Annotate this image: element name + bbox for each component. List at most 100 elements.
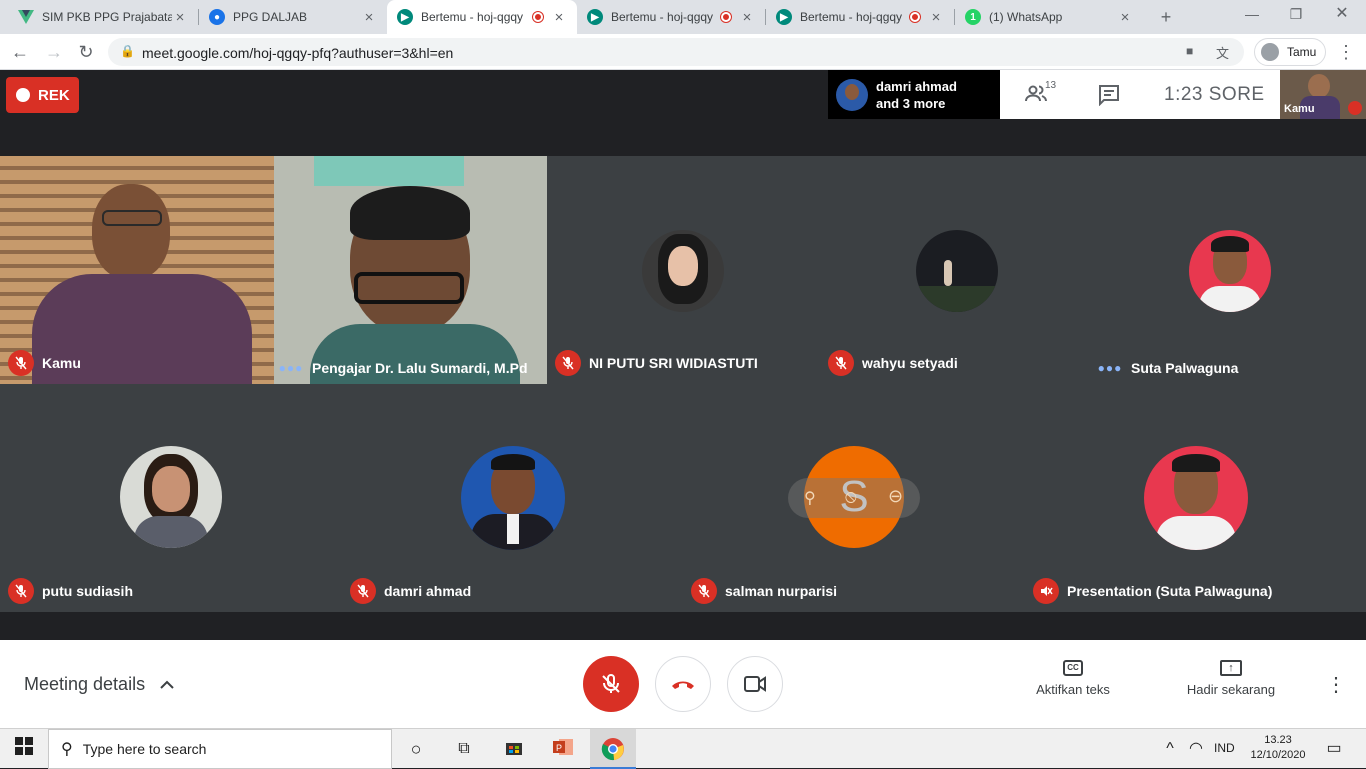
close-tab-icon[interactable]: ×	[551, 9, 567, 26]
captions-label: Aktifkan teks	[1036, 682, 1110, 697]
participant-tile[interactable]: Presentation (Suta Palwaguna)	[1025, 384, 1366, 612]
participant-tile[interactable]: NI PUTU SRI WIDIASTUTI	[547, 156, 820, 384]
browser-tab[interactable]: ● PPG DALJAB ×	[199, 0, 387, 34]
leave-call-button[interactable]	[655, 656, 711, 712]
present-now-button[interactable]: ↑ Hadir sekarang	[1180, 660, 1282, 697]
participant-name: wahyu setyadi	[862, 355, 958, 371]
volume-off-icon	[1033, 578, 1059, 604]
taskbar-search-box[interactable]: ⚲ Type here to search	[48, 729, 392, 769]
browser-menu-icon[interactable]: ⋮	[1334, 40, 1358, 64]
browser-tab-active[interactable]: ▶ Bertemu - hoj-qgqy ×	[387, 0, 577, 34]
clock-time: 13.23	[1264, 734, 1292, 746]
tab-title: SIM PKB PPG Prajabatan	[42, 10, 172, 24]
presenter-chip[interactable]: damri ahmad and 3 more	[828, 70, 1000, 119]
mic-off-icon	[8, 350, 34, 376]
cortana-icon[interactable]: ○	[404, 737, 428, 761]
participant-name-label: NI PUTU SRI WIDIASTUTI	[555, 350, 758, 376]
input-language[interactable]: IND	[1214, 741, 1235, 755]
glasses-shape	[102, 210, 162, 226]
participant-name-label: Presentation (Suta Palwaguna)	[1033, 578, 1272, 604]
whatsapp-icon: 1	[965, 9, 981, 25]
meet-top-bar: 13 1:23 SORE	[1000, 70, 1280, 119]
participant-tile[interactable]: putu sudiasih	[0, 384, 342, 612]
participant-name-label: putu sudiasih	[8, 578, 133, 604]
participant-name: NI PUTU SRI WIDIASTUTI	[589, 355, 758, 371]
mic-off-icon	[691, 578, 717, 604]
browser-tab[interactable]: SIM PKB PPG Prajabatan ×	[8, 0, 198, 34]
participants-button[interactable]: 13	[1024, 80, 1056, 111]
windows-start-icon[interactable]	[12, 737, 36, 761]
participant-name: Presentation (Suta Palwaguna)	[1067, 583, 1273, 599]
new-tab-icon[interactable]: +	[1154, 5, 1178, 29]
meeting-clock: 1:23 SORE	[1164, 84, 1265, 105]
pin-icon[interactable]: ⚲	[804, 488, 816, 508]
wifi-icon[interactable]: ◠	[1184, 737, 1208, 761]
participant-avatar	[1189, 230, 1271, 312]
mute-participant-icon[interactable]: ⦸	[845, 486, 857, 507]
minimize-icon[interactable]: —	[1240, 2, 1264, 26]
browser-tab[interactable]: ▶ Bertemu - hoj-qgqy ×	[577, 0, 765, 34]
notifications-icon[interactable]: ▭	[1322, 737, 1346, 761]
recording-icon	[910, 12, 920, 22]
close-window-icon[interactable]: ✕	[1330, 2, 1354, 26]
address-bar[interactable]: 🔒 meet.google.com/hoj-qgqy-pfq?authuser=…	[108, 38, 1244, 66]
participant-name: putu sudiasih	[42, 583, 133, 599]
participant-tile[interactable]: ●●● Pengajar Dr. Lalu Sumardi, M.Pd	[274, 156, 547, 384]
participant-name-label: wahyu setyadi	[828, 350, 958, 376]
participant-name-label: ●●● Suta Palwaguna	[1097, 360, 1239, 376]
taskbar-clock[interactable]: 13.23 12/10/2020	[1250, 733, 1306, 763]
restore-icon[interactable]: ❐	[1284, 2, 1308, 26]
powerpoint-icon[interactable]: P	[552, 737, 576, 761]
browser-tab[interactable]: ▶ Bertemu - hoj-qgqy ×	[766, 0, 954, 34]
presenter-more: and 3 more	[876, 95, 946, 111]
mic-off-icon	[350, 578, 376, 604]
meeting-details-label: Meeting details	[24, 674, 146, 694]
self-view-thumbnail[interactable]: Kamu	[1280, 70, 1366, 119]
captions-button[interactable]: CC Aktifkan teks	[1028, 660, 1118, 697]
meet-bottom-bar: Meeting details CC Aktifkan teks ↑ Hadir…	[0, 640, 1366, 728]
microphone-toggle-button[interactable]	[583, 656, 639, 712]
close-tab-icon[interactable]: ×	[928, 9, 944, 26]
search-icon: ⚲	[61, 741, 73, 758]
forward-icon[interactable]: →	[42, 40, 66, 64]
chevron-up-icon	[160, 680, 174, 689]
participant-tile[interactable]: Kamu	[0, 156, 274, 384]
close-tab-icon[interactable]: ×	[361, 9, 377, 26]
remove-participant-icon[interactable]: ⊖	[888, 486, 903, 507]
chevron-up-icon[interactable]: ^	[1158, 737, 1182, 761]
participant-name-label: Kamu	[8, 350, 81, 376]
presenter-name: damri ahmad	[876, 78, 957, 94]
participant-tile[interactable]: damri ahmad	[342, 384, 683, 612]
participant-avatar	[461, 446, 565, 550]
video-camera-icon	[744, 676, 766, 692]
closed-captions-icon: CC	[1063, 660, 1083, 676]
participant-name: Pengajar Dr. Lalu Sumardi, M.Pd	[312, 360, 528, 376]
task-view-icon[interactable]: ⧉	[452, 737, 476, 761]
meeting-details-button[interactable]: Meeting details	[24, 674, 175, 695]
reload-icon[interactable]: ↻	[74, 40, 98, 64]
participant-tile[interactable]: ●●● Suta Palwaguna	[1093, 156, 1366, 384]
more-options-icon[interactable]: ⋮	[1326, 672, 1346, 697]
mic-off-icon	[828, 350, 854, 376]
participant-tile[interactable]: wahyu setyadi	[820, 156, 1093, 384]
close-tab-icon[interactable]: ×	[739, 9, 755, 26]
speaking-indicator-icon: ●●●	[278, 361, 304, 375]
chrome-taskbar-button[interactable]	[590, 729, 636, 769]
camera-toggle-button[interactable]	[727, 656, 783, 712]
search-placeholder: Type here to search	[82, 741, 207, 757]
recording-badge: REK	[6, 77, 79, 113]
store-icon[interactable]	[502, 737, 526, 761]
back-icon[interactable]: ←	[8, 40, 32, 64]
close-tab-icon[interactable]: ×	[172, 9, 188, 26]
camera-permission-icon[interactable]: ■	[1186, 44, 1193, 58]
translate-icon[interactable]: 文	[1216, 43, 1229, 62]
profile-button[interactable]: Tamu	[1254, 38, 1326, 66]
chat-button[interactable]	[1098, 84, 1120, 111]
participant-name: damri ahmad	[384, 583, 472, 599]
browser-tab[interactable]: 1 (1) WhatsApp ×	[955, 0, 1143, 34]
mic-off-icon	[555, 350, 581, 376]
close-tab-icon[interactable]: ×	[1117, 9, 1133, 26]
participant-avatar	[1144, 446, 1248, 550]
profile-label: Tamu	[1287, 45, 1317, 59]
participant-tile[interactable]: S ⚲ ⦸ ⊖ salman nurparisi	[683, 384, 1025, 612]
